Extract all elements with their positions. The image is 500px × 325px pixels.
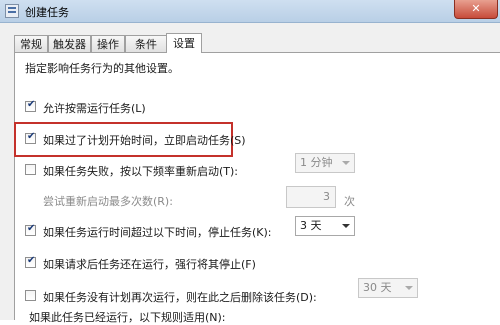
chevron-down-icon	[405, 286, 413, 290]
restart-interval-dropdown[interactable]: 1 分钟	[295, 153, 355, 173]
delete-task-label: 如果任务没有计划再次运行，则在此之后删除该任务(D):	[43, 291, 317, 304]
check-icon: ✔	[27, 99, 36, 110]
restart-interval-value: 1 分钟	[300, 156, 333, 169]
restart-attempts-label: 尝试重新启动最多次数(R):	[43, 195, 173, 208]
check-icon: ✔	[27, 223, 36, 234]
force-stop-label: 如果请求后任务还在运行，强行将其停止(F)	[43, 258, 256, 271]
restart-on-fail-label: 如果任务失败，按以下频率重新启动(T):	[43, 165, 239, 178]
check-icon: ✔	[27, 255, 36, 266]
tab-actions[interactable]: 操作	[91, 35, 125, 52]
restart-attempts-input[interactable]: 3	[286, 186, 336, 208]
tab-settings[interactable]: 设置	[166, 33, 202, 53]
run-asap-checkbox[interactable]: ✔	[25, 131, 36, 144]
restart-attempts-unit: 次	[344, 195, 355, 208]
tab-triggers[interactable]: 触发器	[48, 35, 91, 52]
stop-if-long-checkbox[interactable]: ✔	[25, 223, 36, 236]
delete-after-value: 30 天	[363, 281, 392, 294]
stop-duration-dropdown[interactable]: 3 天	[295, 216, 355, 236]
settings-intro: 指定影响任务行为的其他设置。	[25, 62, 179, 75]
chevron-down-icon	[342, 161, 350, 165]
title-bar: 创建任务 ✕	[0, 0, 500, 23]
close-button[interactable]: ✕	[454, 0, 498, 19]
force-stop-checkbox[interactable]: ✔	[25, 255, 36, 268]
delete-after-dropdown[interactable]: 30 天	[358, 278, 418, 298]
stop-duration-value: 3 天	[300, 219, 322, 232]
task-scheduler-icon	[5, 4, 19, 18]
chevron-down-icon	[342, 224, 350, 228]
settings-panel	[14, 52, 500, 320]
restart-on-fail-checkbox[interactable]	[25, 164, 36, 175]
already-running-label: 如果此任务已经运行，以下规则适用(N):	[29, 311, 226, 324]
window-title: 创建任务	[25, 6, 69, 19]
delete-task-checkbox[interactable]	[25, 290, 36, 301]
check-icon: ✔	[27, 131, 36, 142]
tab-conditions[interactable]: 条件	[125, 35, 167, 52]
allow-on-demand-checkbox[interactable]: ✔	[25, 99, 36, 112]
tab-general[interactable]: 常规	[14, 35, 48, 52]
run-asap-label: 如果过了计划开始时间，立即启动任务(S)	[43, 134, 246, 147]
stop-if-long-label: 如果任务运行时间超过以下时间，停止任务(K):	[43, 226, 272, 239]
allow-on-demand-label: 允许按需运行任务(L)	[43, 102, 146, 115]
